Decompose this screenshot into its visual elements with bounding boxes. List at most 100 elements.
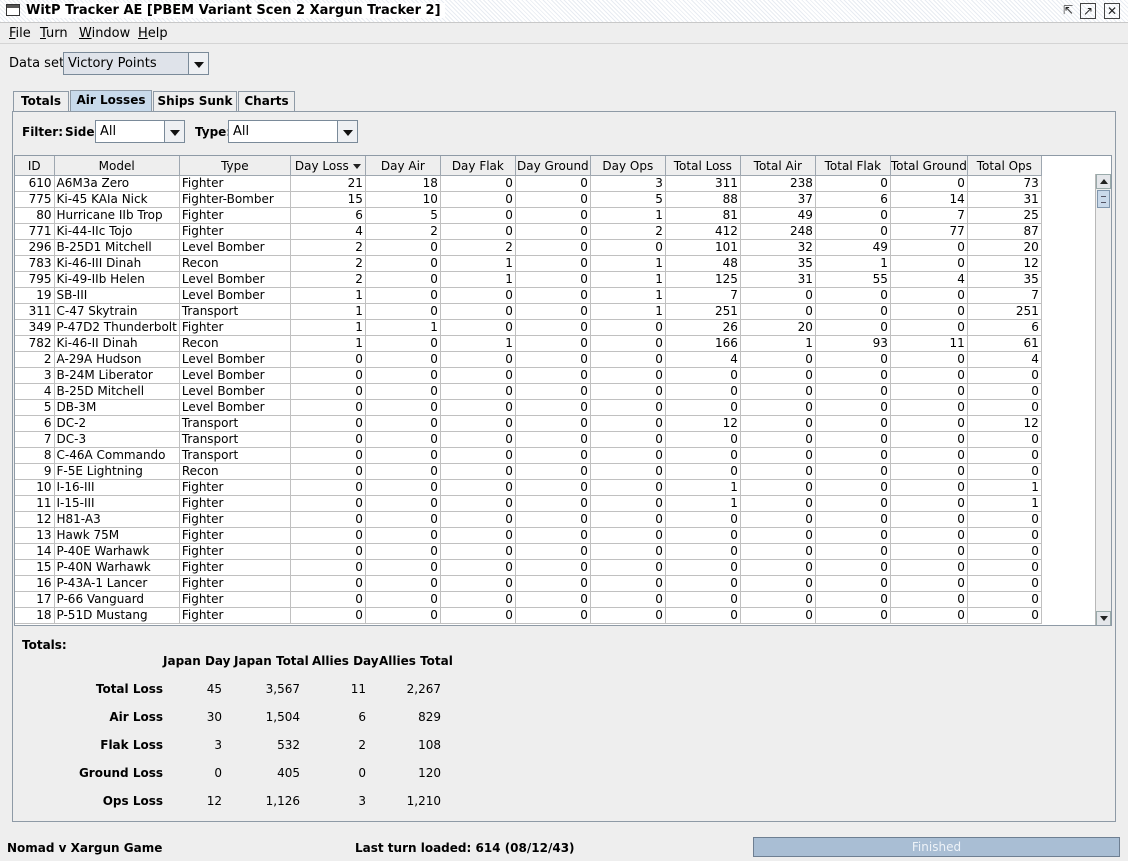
table-row[interactable]: 8 C-46A Commando Transport 0 0 0 0 0 0 0 0 0 0 (15, 447, 1042, 464)
table-cell: 7 (967, 287, 1042, 304)
table-cell: Fighter (179, 479, 291, 496)
table-cell: 0 (740, 431, 816, 448)
table-row[interactable]: 19 SB-III Level Bomber 1 0 0 0 1 7 0 0 0 7 (15, 287, 1042, 304)
table-cell: 5 (15, 399, 55, 416)
table-row[interactable]: 9 F-5E Lightning Recon 0 0 0 0 0 0 0 0 0 0 (15, 463, 1042, 480)
table-row[interactable]: 15 P-40N Warhawk Fighter 0 0 0 0 0 0 0 0 0 0 (15, 559, 1042, 576)
table-cell: 0 (515, 303, 591, 320)
table-cell: Fighter-Bomber (179, 191, 291, 208)
table-row[interactable]: 14 P-40E Warhawk Fighter 0 0 0 0 0 0 0 0 0 0 (15, 543, 1042, 560)
table-row[interactable]: 5 DB-3M Level Bomber 0 0 0 0 0 0 0 0 0 0 (15, 399, 1042, 416)
table-cell: 0 (365, 479, 441, 496)
table-row[interactable]: 795 Ki-49-IIb Helen Level Bomber 2 0 1 0 1 125 31… (15, 271, 1042, 288)
column-header-day-air[interactable]: Day Air (365, 156, 441, 176)
type-select[interactable]: All (228, 120, 358, 143)
table-cell: 0 (815, 495, 891, 512)
table-cell: 0 (440, 223, 516, 240)
column-header-id[interactable]: ID (15, 156, 55, 176)
table-row[interactable]: 80 Hurricane IIb Trop Fighter 6 5 0 0 1 81 49 0 7 25 (15, 207, 1042, 224)
table-cell: 0 (740, 495, 816, 512)
table-row[interactable]: 783 Ki-46-III Dinah Recon 2 0 1 0 1 48 35 1 0 12 (15, 255, 1042, 272)
table-row[interactable]: 296 B-25D1 Mitchell Level Bomber 2 0 2 0 0 101 32… (15, 239, 1042, 256)
table-row[interactable]: 775 Ki-45 KAIa Nick Fighter-Bomber 15 10 0 0 5 8… (15, 191, 1042, 208)
table-row[interactable]: 6 DC-2 Transport 0 0 0 0 0 12 0 0 0 12 (15, 415, 1042, 432)
table-row[interactable]: 311 C-47 Skytrain Transport 1 0 0 0 1 251 0 0 0 251 (15, 303, 1042, 320)
table-cell: 3 (15, 367, 55, 384)
table-cell: 0 (665, 575, 741, 592)
column-header-type[interactable]: Type (179, 156, 291, 176)
dataset-value: Victory Points (68, 56, 157, 71)
maximize-icon[interactable]: ↗ (1080, 3, 1096, 19)
column-header-total-ground[interactable]: Total Ground (890, 156, 968, 176)
table-row[interactable]: 771 Ki-44-IIc Tojo Fighter 4 2 0 0 2 412 248 0 77 87 (15, 223, 1042, 240)
table-row[interactable]: 4 B-25D Mitchell Level Bomber 0 0 0 0 0 0 0 0 0 0 (15, 383, 1042, 400)
scroll-thumb[interactable] (1097, 190, 1110, 208)
column-header-model[interactable]: Model (54, 156, 180, 176)
table-cell: 2 (290, 239, 366, 256)
table-cell: 0 (590, 527, 666, 544)
table-row[interactable]: 349 P-47D2 Thunderbolt Fighter 1 1 0 0 0 26 20 0 0 6 (15, 319, 1042, 336)
table-cell: 0 (740, 543, 816, 560)
table-cell: 0 (967, 463, 1042, 480)
table-row[interactable]: 13 Hawk 75M Fighter 0 0 0 0 0 0 0 0 0 0 (15, 527, 1042, 544)
table-cell: P-43A-1 Lancer (54, 575, 180, 592)
table-cell: 1 (290, 287, 366, 304)
table-cell: 0 (515, 383, 591, 400)
table-cell: 20 (967, 239, 1042, 256)
table-cell: DB-3M (54, 399, 180, 416)
menu-turn[interactable]: Turn (40, 26, 68, 41)
table-cell: 61 (967, 335, 1042, 352)
table-cell: 21 (290, 175, 366, 192)
chevron-down-icon[interactable] (188, 53, 208, 74)
menu-help[interactable]: Help (138, 26, 168, 41)
table-row[interactable]: 18 P-51D Mustang Fighter 0 0 0 0 0 0 0 0 0 0 (15, 607, 1042, 624)
column-header-total-flak[interactable]: Total Flak (815, 156, 891, 176)
table-row[interactable]: 7 DC-3 Transport 0 0 0 0 0 0 0 0 0 0 (15, 431, 1042, 448)
dataset-select[interactable]: Victory Points (63, 52, 209, 75)
column-header-total-air[interactable]: Total Air (740, 156, 816, 176)
chevron-down-icon[interactable] (337, 121, 357, 142)
tab-charts[interactable]: Charts (238, 91, 295, 111)
table-row[interactable]: 12 H81-A3 Fighter 0 0 0 0 0 0 0 0 0 0 (15, 511, 1042, 528)
scroll-up-icon[interactable] (1096, 174, 1111, 189)
column-header-total-loss[interactable]: Total Loss (665, 156, 741, 176)
close-icon[interactable]: ✕ (1104, 3, 1120, 19)
table-row[interactable]: 3 B-24M Liberator Level Bomber 0 0 0 0 0 0 0 0 0 0 (15, 367, 1042, 384)
table-row[interactable]: 2 A-29A Hudson Level Bomber 0 0 0 0 0 4 0 0 0 4 (15, 351, 1042, 368)
table-cell: 0 (365, 543, 441, 560)
table-cell: Ki-49-IIb Helen (54, 271, 180, 288)
table-cell: 0 (440, 191, 516, 208)
vertical-scrollbar[interactable] (1095, 174, 1111, 625)
table-cell: 0 (440, 303, 516, 320)
table-row[interactable]: 610 A6M3a Zero Fighter 21 18 0 0 3 311 238 0 0 73 (15, 175, 1042, 192)
table-row[interactable]: 17 P-66 Vanguard Fighter 0 0 0 0 0 0 0 0 0 0 (15, 591, 1042, 608)
column-header-total-ops[interactable]: Total Ops (967, 156, 1042, 176)
minimize-icon[interactable]: ⇱ (1060, 3, 1076, 19)
table-row[interactable]: 11 I-15-III Fighter 0 0 0 0 0 1 0 0 0 1 (15, 495, 1042, 512)
table-cell: 15 (290, 191, 366, 208)
table-row[interactable]: 16 P-43A-1 Lancer Fighter 0 0 0 0 0 0 0 0 0 0 (15, 575, 1042, 592)
table-cell: 18 (15, 607, 55, 624)
menu-file[interactable]: File (9, 26, 31, 41)
table-cell: 248 (740, 223, 816, 240)
tab-air-losses[interactable]: Air Losses (70, 90, 152, 112)
table-row[interactable]: 782 Ki-46-II Dinah Recon 1 0 1 0 0 166 1 93 11 61 (15, 335, 1042, 352)
table-cell: B-24M Liberator (54, 367, 180, 384)
menu-window[interactable]: Window (79, 26, 130, 41)
side-select[interactable]: All (95, 120, 185, 143)
column-header-day-flak[interactable]: Day Flak (440, 156, 516, 176)
table-cell: 20 (740, 319, 816, 336)
table-cell: 0 (515, 271, 591, 288)
column-header-day-ops[interactable]: Day Ops (590, 156, 666, 176)
table-cell: 0 (815, 543, 891, 560)
chevron-down-icon[interactable] (164, 121, 184, 142)
column-header-day-loss[interactable]: Day Loss (290, 156, 366, 176)
scroll-down-icon[interactable] (1096, 611, 1111, 625)
tab-totals[interactable]: Totals (13, 91, 69, 111)
table-row[interactable]: 10 I-16-III Fighter 0 0 0 0 0 1 0 0 0 1 (15, 479, 1042, 496)
table-cell: I-16-III (54, 479, 180, 496)
table-cell: 0 (440, 479, 516, 496)
column-header-day-ground[interactable]: Day Ground (515, 156, 591, 176)
table-cell: 0 (740, 447, 816, 464)
tab-ships-sunk[interactable]: Ships Sunk (153, 91, 237, 111)
